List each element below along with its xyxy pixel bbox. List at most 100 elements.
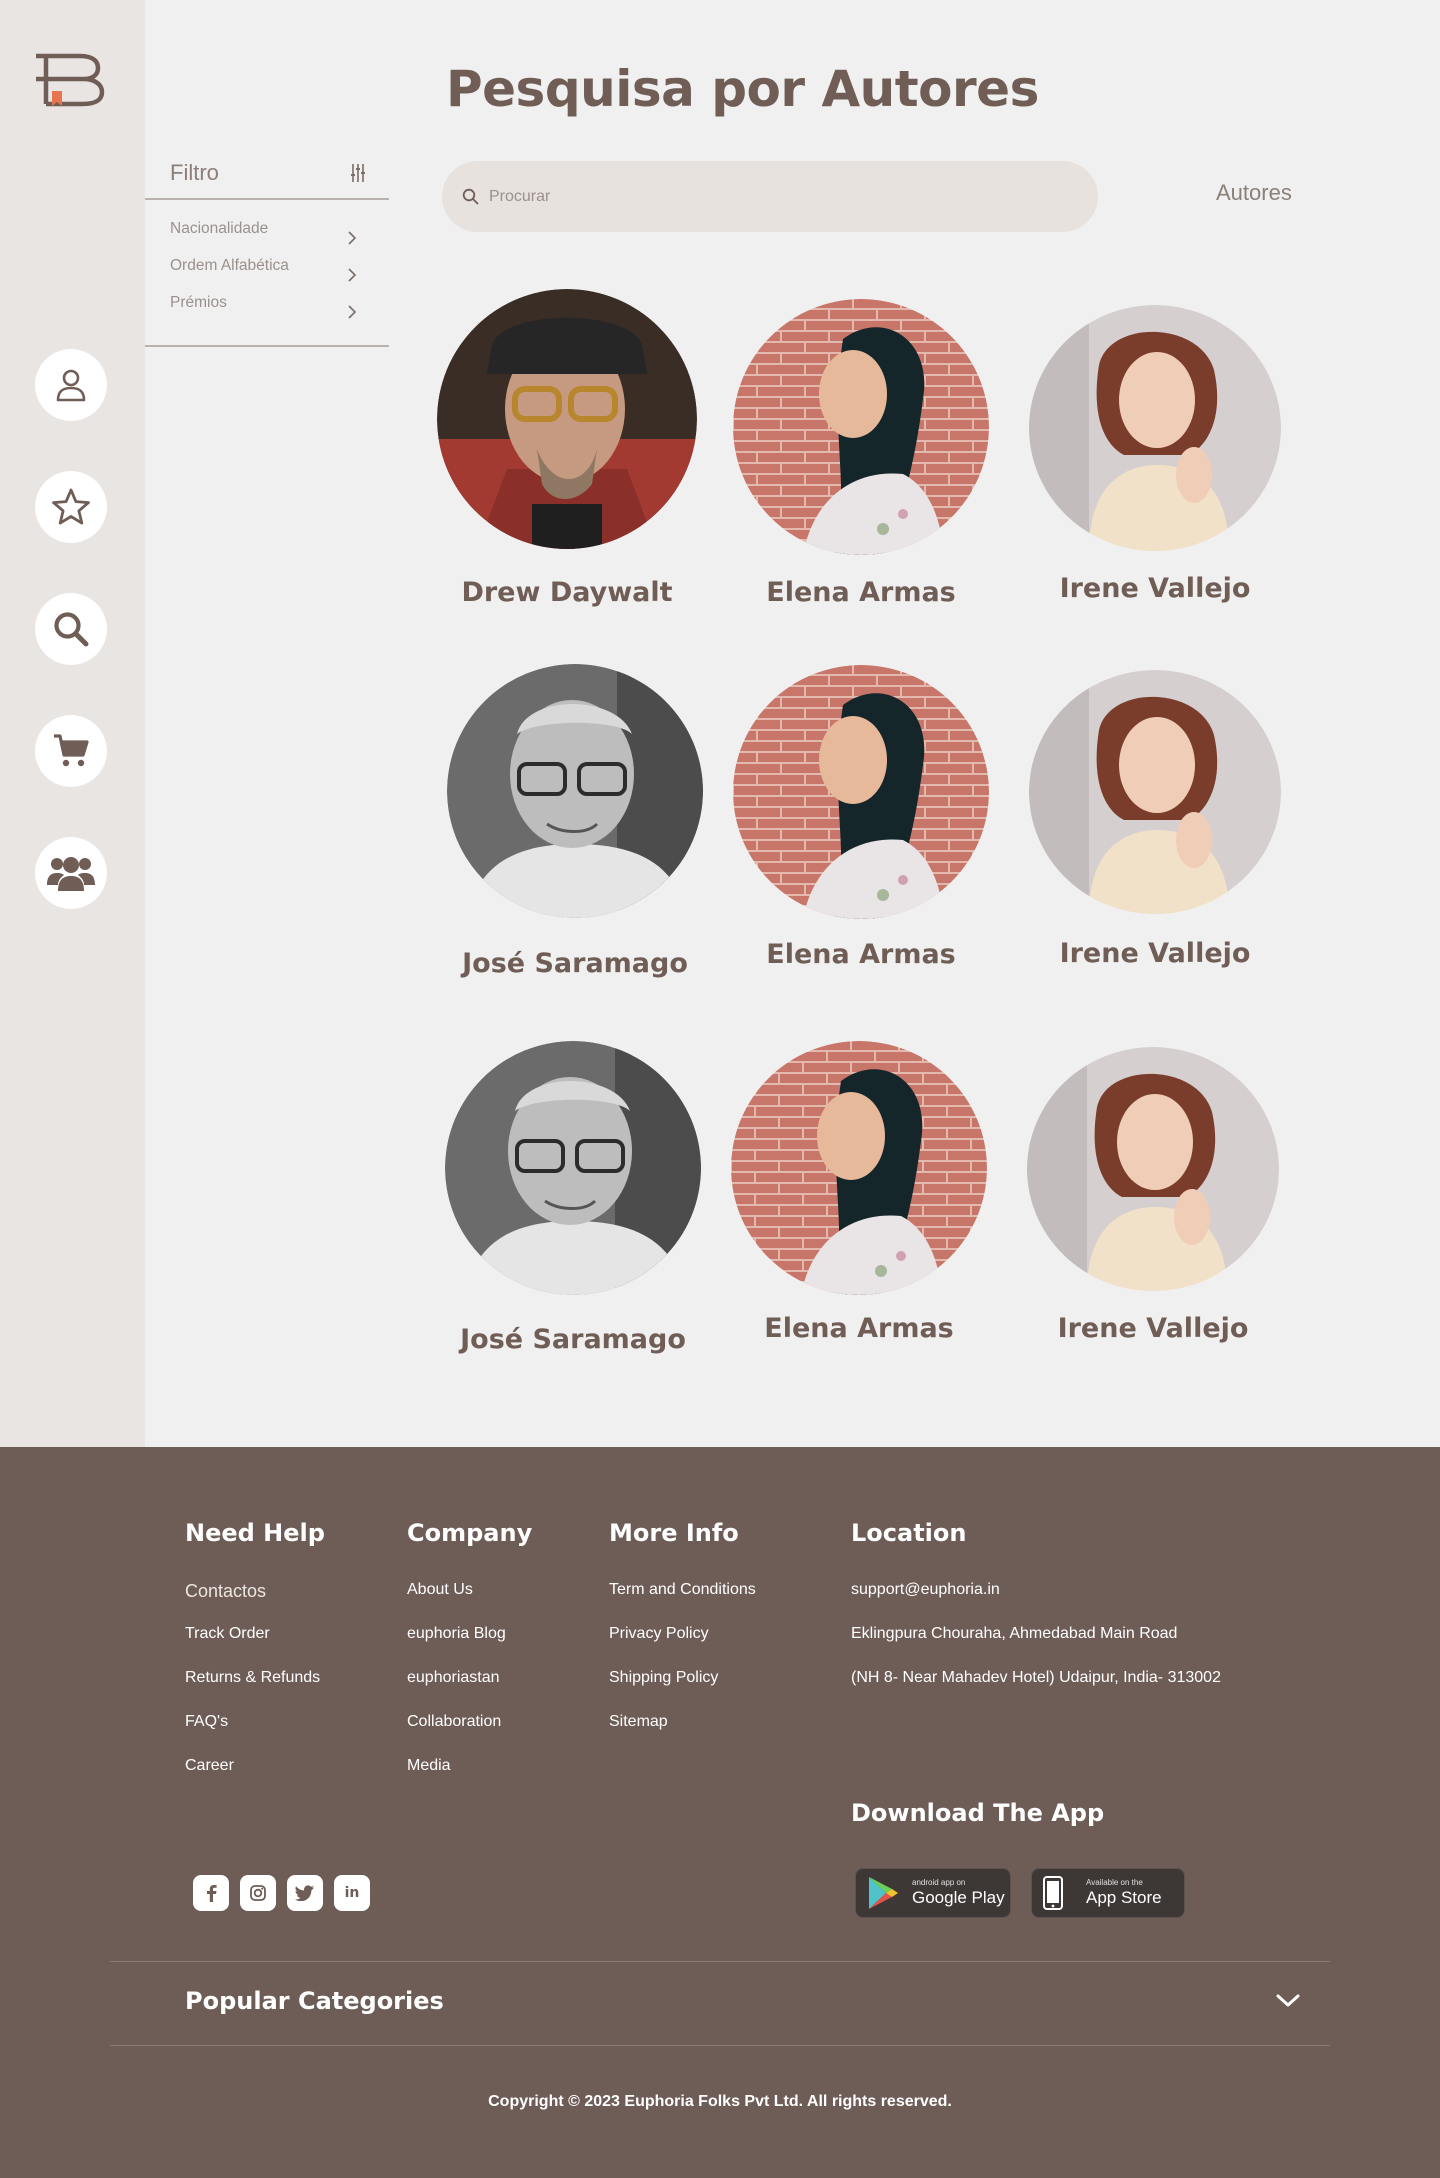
author-card[interactable]: José Saramago bbox=[433, 1041, 713, 1355]
author-name: Elena Armas bbox=[766, 939, 956, 970]
filter-item-label: Ordem Alfabética bbox=[170, 257, 289, 274]
author-photo bbox=[1029, 305, 1281, 551]
footer-divider bbox=[110, 1961, 1330, 1962]
footer-heading: More Info bbox=[609, 1519, 739, 1547]
filter-item-label: Nacionalidade bbox=[170, 220, 269, 237]
author-card[interactable]: Drew Daywalt bbox=[427, 289, 707, 608]
footer-company: Company About Us euphoria Blog euphorias… bbox=[407, 1519, 532, 1801]
google-play-icon bbox=[869, 1877, 898, 1909]
author-name: Drew Daywalt bbox=[461, 577, 673, 608]
sidebar bbox=[0, 0, 145, 1447]
google-play-button[interactable]: android app on Google Play bbox=[855, 1868, 1011, 1918]
download-app-title: Download The App bbox=[851, 1799, 1105, 1827]
google-play-label: Google Play bbox=[912, 1888, 1005, 1907]
instagram-button[interactable] bbox=[240, 1875, 276, 1911]
footer-link-faq[interactable]: FAQ's bbox=[185, 1713, 325, 1757]
author-card[interactable]: Elena Armas bbox=[721, 299, 1001, 608]
author-card[interactable]: Irene Vallejo bbox=[1013, 1047, 1293, 1344]
footer-address-line: Eklingpura Chouraha, Ahmedabad Main Road bbox=[851, 1625, 1178, 1642]
author-name: Elena Armas bbox=[766, 577, 956, 608]
footer-link-privacy[interactable]: Privacy Policy bbox=[609, 1625, 756, 1669]
author-card[interactable]: Elena Armas bbox=[721, 665, 1001, 970]
logo[interactable] bbox=[32, 50, 108, 110]
footer-link-euphoriastan[interactable]: euphoriastan bbox=[407, 1669, 532, 1713]
author-name: Irene Vallejo bbox=[1059, 938, 1251, 969]
filter-item-alphabetical[interactable]: Ordem Alfabética bbox=[145, 247, 389, 284]
search-icon bbox=[54, 612, 89, 647]
author-photo bbox=[733, 299, 989, 555]
nav-authors-button[interactable] bbox=[35, 837, 107, 909]
search-input[interactable] bbox=[489, 187, 1049, 206]
author-name: Elena Armas bbox=[764, 1313, 954, 1344]
footer-email[interactable]: support@euphoria.in bbox=[851, 1581, 1221, 1625]
filter-item-awards[interactable]: Prémios bbox=[145, 284, 389, 321]
footer-heading: Company bbox=[407, 1519, 533, 1547]
author-card[interactable]: Irene Vallejo bbox=[1015, 670, 1295, 969]
footer-link-collaboration[interactable]: Collaboration bbox=[407, 1713, 532, 1757]
footer-heading: Location bbox=[851, 1519, 967, 1547]
footer-link-returns[interactable]: Returns & Refunds bbox=[185, 1669, 325, 1713]
footer-link-career[interactable]: Career bbox=[185, 1757, 325, 1801]
footer-link-blog[interactable]: euphoria Blog bbox=[407, 1625, 532, 1669]
author-photo bbox=[447, 664, 703, 918]
linkedin-button[interactable]: in bbox=[334, 1875, 370, 1911]
category-label: Autores bbox=[1216, 180, 1292, 205]
author-name: Irene Vallejo bbox=[1059, 573, 1251, 604]
chevron-down-icon[interactable] bbox=[1275, 1993, 1301, 2014]
filter-panel: Filtro Nacionalidade Ordem Alfabética Pr… bbox=[145, 150, 389, 347]
copyright: Copyright © 2023 Euphoria Folks Pvt Ltd.… bbox=[488, 2093, 952, 2110]
filter-item-label: Prémios bbox=[170, 294, 227, 311]
footer-more-info: More Info Term and Conditions Privacy Po… bbox=[609, 1519, 756, 1757]
filter-header: Filtro bbox=[145, 150, 389, 200]
author-name: José Saramago bbox=[462, 948, 688, 979]
app-store-caption: Available on the bbox=[1086, 1878, 1143, 1887]
footer-heading: Need Help bbox=[185, 1519, 325, 1547]
nav-cart-button[interactable] bbox=[35, 715, 107, 787]
star-icon bbox=[52, 488, 90, 525]
nav-favorites-button[interactable] bbox=[35, 471, 107, 543]
users-icon bbox=[47, 857, 95, 891]
twitter-button[interactable] bbox=[287, 1875, 323, 1911]
nav-profile-button[interactable] bbox=[35, 349, 107, 421]
filter-list: Nacionalidade Ordem Alfabética Prémios bbox=[145, 200, 389, 347]
author-name: Irene Vallejo bbox=[1057, 1313, 1249, 1344]
cart-icon bbox=[54, 734, 89, 767]
linkedin-icon: in bbox=[344, 1885, 360, 1901]
twitter-icon bbox=[295, 1885, 314, 1901]
author-card[interactable]: Irene Vallejo bbox=[1015, 305, 1295, 604]
instagram-icon bbox=[250, 1885, 266, 1901]
filter-item-nationality[interactable]: Nacionalidade bbox=[145, 210, 389, 247]
author-card[interactable]: José Saramago bbox=[435, 664, 715, 979]
footer-address-line: (NH 8- Near Mahadev Hotel) Udaipur, Indi… bbox=[851, 1669, 1221, 1686]
footer-link-media[interactable]: Media bbox=[407, 1757, 532, 1801]
chevron-right-icon bbox=[347, 296, 357, 333]
popular-categories-title[interactable]: Popular Categories bbox=[185, 1987, 444, 2015]
footer-link-terms[interactable]: Term and Conditions bbox=[609, 1581, 756, 1625]
author-name: José Saramago bbox=[460, 1324, 686, 1355]
author-photo bbox=[733, 665, 989, 919]
footer-link-contacts[interactable]: Contactos bbox=[185, 1581, 325, 1625]
footer: Need Help Contactos Track Order Returns … bbox=[0, 1447, 1440, 2178]
sliders-icon[interactable] bbox=[350, 163, 366, 187]
phone-icon bbox=[1043, 1876, 1063, 1910]
footer-link-track-order[interactable]: Track Order bbox=[185, 1625, 325, 1669]
nav-search-button[interactable] bbox=[35, 593, 107, 665]
author-photo bbox=[1027, 1047, 1279, 1291]
user-icon bbox=[56, 369, 86, 402]
author-card[interactable]: Elena Armas bbox=[719, 1041, 999, 1344]
author-photo bbox=[731, 1041, 987, 1295]
footer-link-about[interactable]: About Us bbox=[407, 1581, 532, 1625]
filter-title: Filtro bbox=[170, 160, 219, 185]
search-icon bbox=[462, 188, 479, 205]
footer-location: Location support@euphoria.in Eklingpura … bbox=[851, 1519, 1221, 1713]
author-photo bbox=[437, 289, 697, 549]
search-bar[interactable] bbox=[442, 161, 1098, 232]
app-store-button[interactable]: Available on the App Store bbox=[1031, 1868, 1185, 1918]
facebook-button[interactable] bbox=[193, 1875, 229, 1911]
footer-link-shipping[interactable]: Shipping Policy bbox=[609, 1669, 756, 1713]
google-play-caption: android app on bbox=[912, 1878, 966, 1887]
facebook-icon bbox=[207, 1885, 217, 1902]
footer-divider bbox=[110, 2045, 1330, 2046]
author-photo bbox=[1029, 670, 1281, 914]
footer-link-sitemap[interactable]: Sitemap bbox=[609, 1713, 756, 1757]
